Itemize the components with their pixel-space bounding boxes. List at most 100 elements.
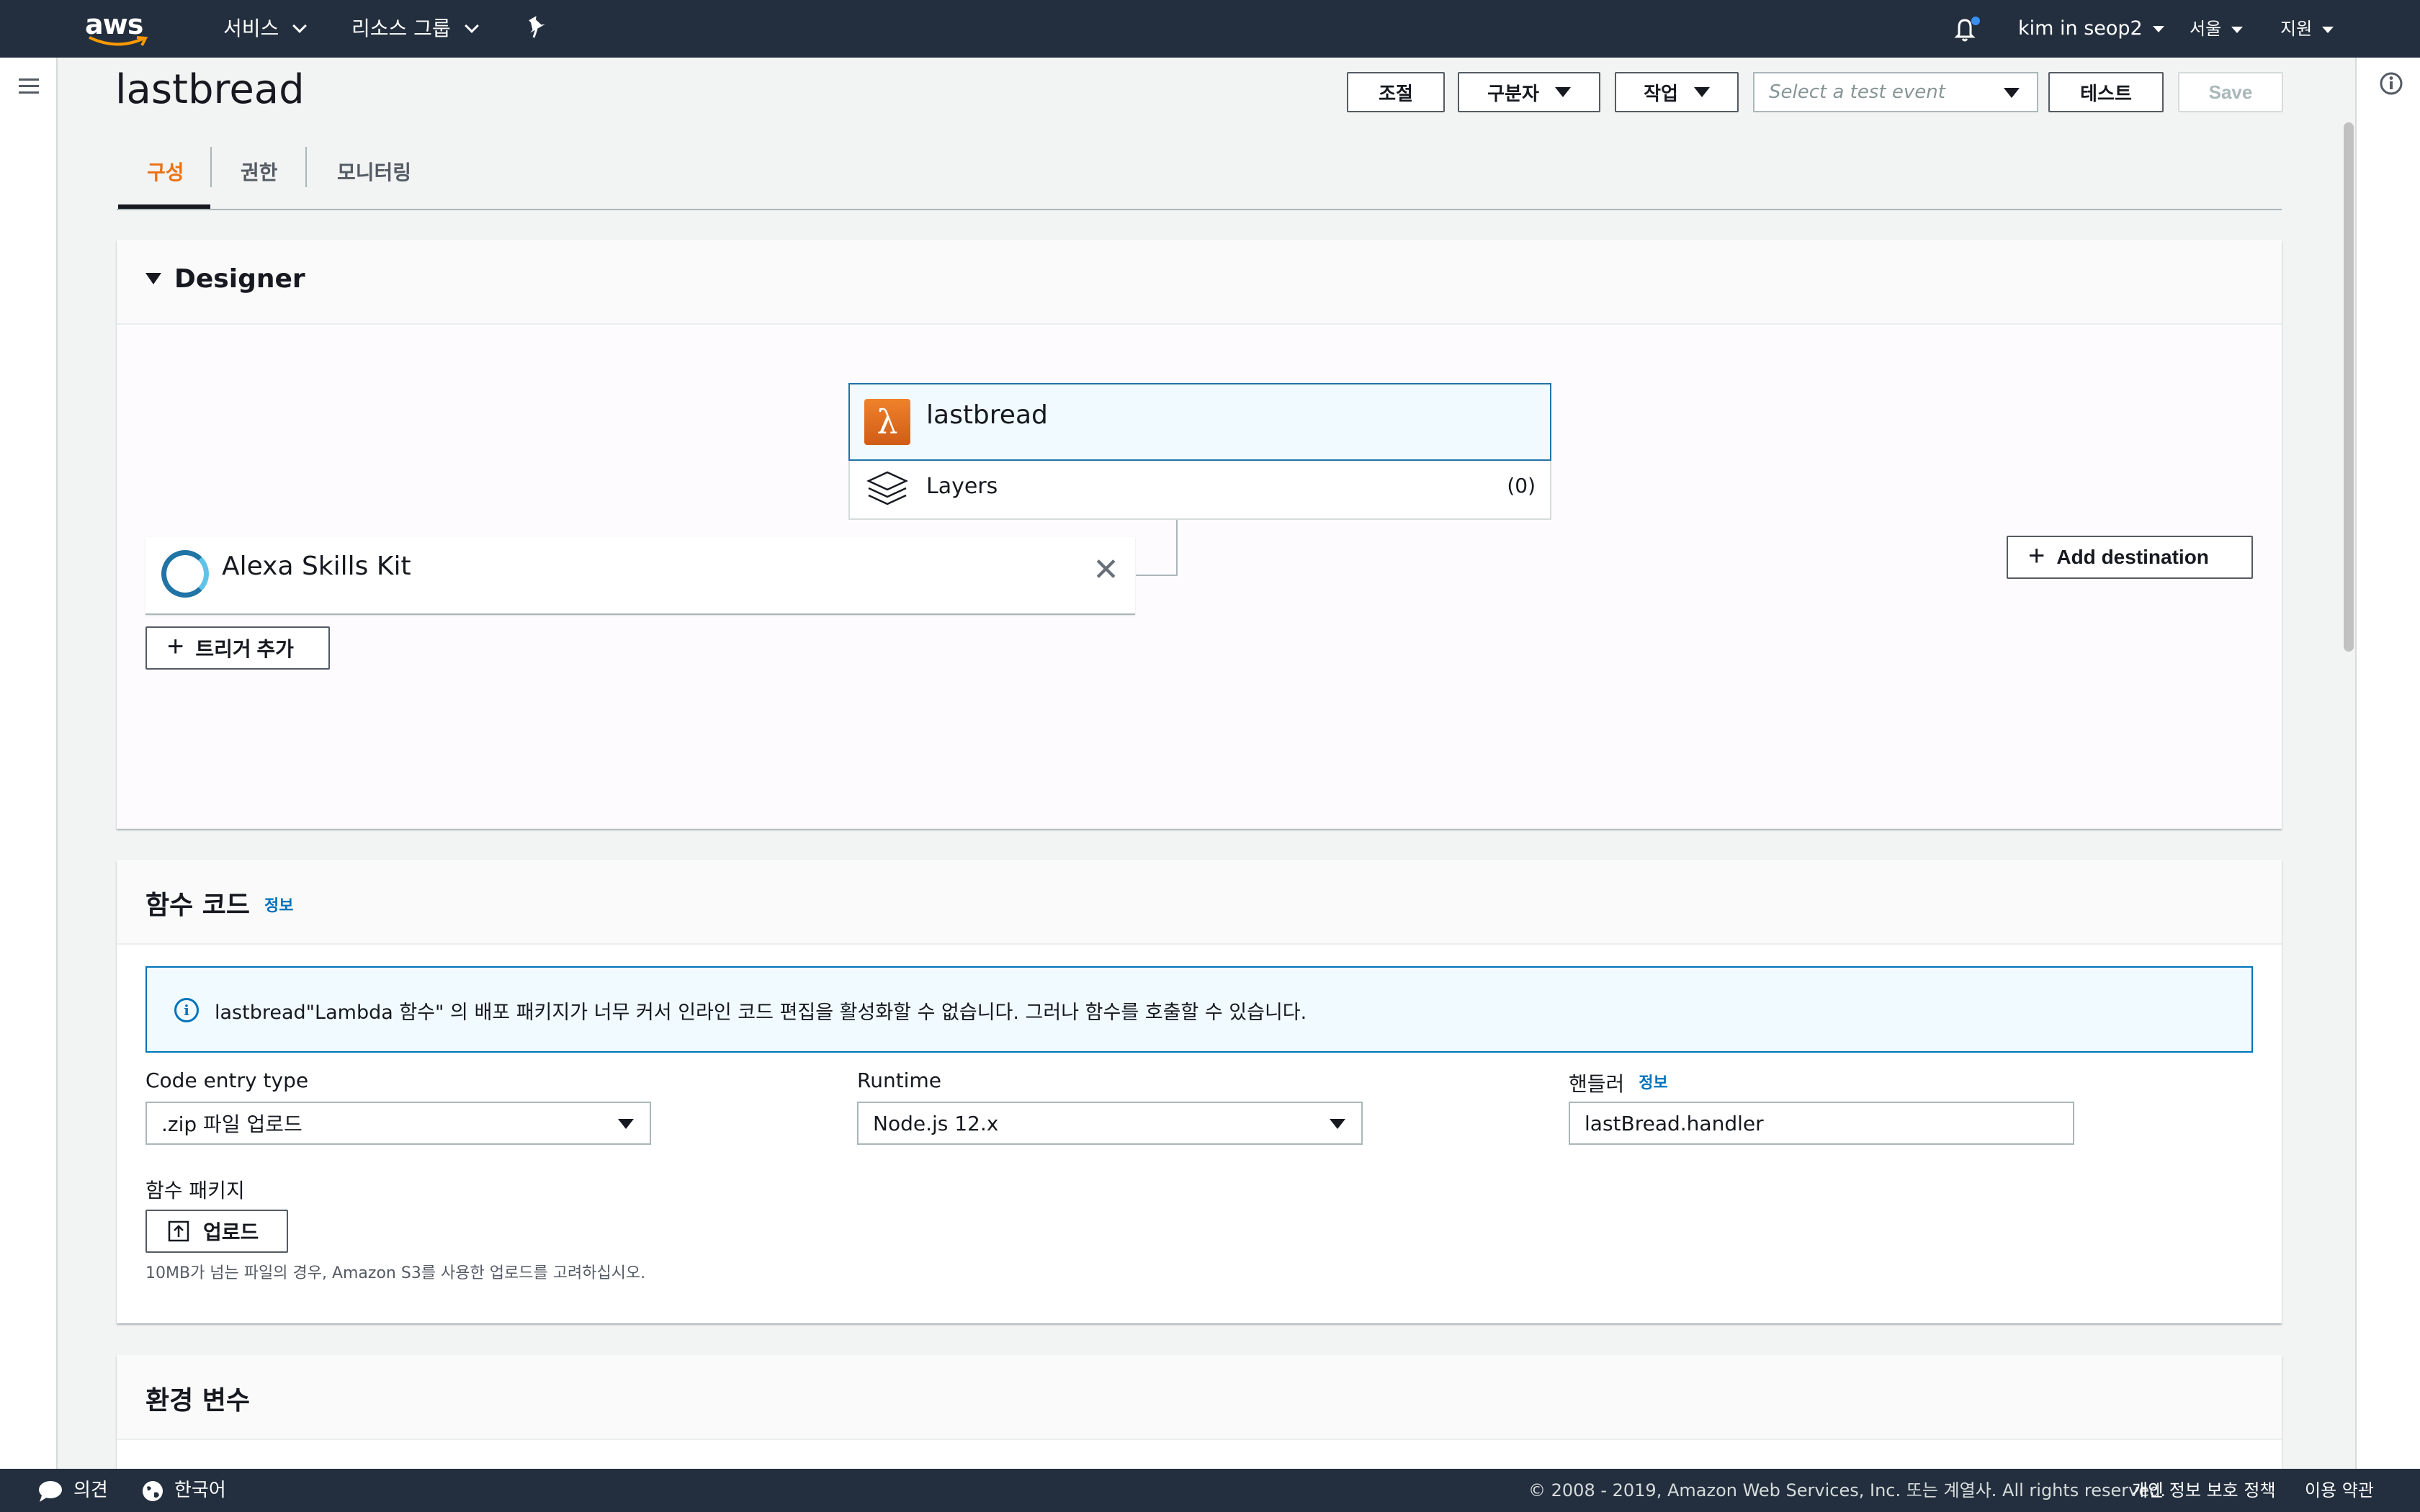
environment-variables-title: 환경 변수: [145, 1386, 251, 1416]
runtime-value: Node.js 12.x: [873, 1111, 999, 1135]
function-code-title-text: 함수 코드: [145, 891, 251, 920]
code-entry-type-label: Code entry type: [145, 1068, 309, 1092]
services-menu[interactable]: 서비스: [223, 14, 308, 43]
function-name: lastbread: [926, 400, 1048, 430]
account-name: kim in seop2: [2018, 17, 2143, 40]
tab-label: 권한: [241, 161, 278, 184]
qualifiers-dropdown[interactable]: 구분자: [1458, 72, 1600, 112]
test-button[interactable]: 테스트: [2048, 72, 2164, 112]
language-label: 한국어: [174, 1480, 226, 1501]
scrollbar-thumb[interactable]: [2344, 122, 2354, 652]
add-destination-button[interactable]: + Add destination: [2007, 536, 2253, 579]
designer-header[interactable]: Designer: [117, 240, 2282, 325]
lambda-icon: λ: [864, 399, 910, 445]
plus-icon: +: [167, 631, 184, 662]
handler-label-row: 핸들러 정보: [1569, 1068, 1668, 1097]
support-menu[interactable]: 지원: [2280, 14, 2334, 43]
feedback-label: 의견: [73, 1480, 108, 1501]
alexa-icon: [161, 550, 209, 598]
actions-dropdown[interactable]: 작업: [1615, 72, 1739, 112]
upload-icon: [168, 1220, 189, 1242]
tab-monitoring[interactable]: 모니터링: [337, 151, 411, 194]
copyright-text: © 2008 - 2019, Amazon Web Services, Inc.…: [1528, 1480, 2166, 1500]
page-title: lastbread: [115, 66, 305, 113]
tab-divider: [305, 147, 307, 187]
tab-divider: [210, 147, 212, 187]
connector-line: [1136, 520, 1178, 576]
layers-icon: [866, 471, 908, 505]
code-entry-type-select[interactable]: .zip 파일 업로드: [145, 1102, 651, 1145]
info-alert: i lastbread"Lambda 함수" 의 배포 패키지가 너무 커서 인…: [145, 966, 2253, 1053]
caret-down-icon: [2322, 26, 2334, 33]
right-rail: [2355, 58, 2420, 1469]
region-menu[interactable]: 서울: [2190, 14, 2244, 43]
test-event-placeholder: Select a test event: [1769, 81, 1945, 103]
function-code-title: 함수 코드 정보: [145, 884, 294, 922]
caret-down-icon: [2152, 26, 2164, 32]
footer: 의견 한국어 © 2008 - 2019, Amazon Web Service…: [0, 1469, 2420, 1512]
resource-groups-menu[interactable]: 리소스 그룹: [351, 14, 479, 43]
chevron-down-icon: [464, 19, 479, 33]
info-link[interactable]: 정보: [264, 897, 293, 915]
pin-icon[interactable]: [526, 16, 547, 45]
terms-link[interactable]: 이용 약관: [2305, 1469, 2374, 1512]
function-package-label: 함수 패키지: [145, 1179, 245, 1202]
top-navigation: aws 서비스 리소스 그룹 kim in seop2 서울 지원: [0, 0, 2420, 58]
layers-label: Layers: [926, 474, 998, 499]
upload-button[interactable]: 업로드: [145, 1210, 288, 1253]
tab-configuration[interactable]: 구성: [147, 151, 184, 194]
handler-input[interactable]: lastBread.handler: [1569, 1102, 2074, 1145]
save-button[interactable]: Save: [2178, 72, 2283, 112]
save-label: Save: [2208, 81, 2253, 103]
caret-down-icon: [2004, 88, 2020, 98]
tab-bar: 구성 권한 모니터링: [117, 141, 2282, 210]
handler-value: lastBread.handler: [1585, 1111, 1764, 1135]
aws-logo[interactable]: aws: [85, 9, 148, 49]
caret-down-icon: [1693, 87, 1710, 97]
qualifiers-label: 구분자: [1487, 82, 1539, 104]
chevron-down-icon: [292, 19, 308, 33]
trigger-card[interactable]: Alexa Skills Kit ✕: [145, 537, 1135, 615]
add-trigger-button[interactable]: + 트리거 추가: [145, 626, 330, 670]
collapse-caret-icon: [145, 273, 161, 284]
test-label: 테스트: [2080, 82, 2132, 104]
function-code-header: 함수 코드 정보: [117, 860, 2282, 945]
privacy-policy-link[interactable]: 개인 정보 보호 정책: [2132, 1469, 2276, 1512]
throttle-button[interactable]: 조절: [1347, 72, 1445, 112]
code-entry-type-value: .zip 파일 업로드: [161, 1112, 302, 1136]
globe-icon: [143, 1480, 163, 1501]
notifications-bell-icon[interactable]: [1952, 14, 1981, 43]
tab-label: 모니터링: [337, 161, 412, 184]
speech-bubble-icon: [39, 1480, 62, 1502]
pushpin-icon: [529, 16, 545, 38]
caret-down-icon: [1330, 1119, 1345, 1129]
designer-panel: Designer: [117, 240, 2282, 829]
handler-info-link[interactable]: 정보: [1639, 1074, 1667, 1092]
add-trigger-label: 트리거 추가: [195, 638, 294, 660]
resource-groups-label: 리소스 그룹: [351, 17, 451, 40]
info-icon[interactable]: [2378, 71, 2404, 96]
language-selector[interactable]: 한국어: [141, 1469, 226, 1512]
layers-row[interactable]: Layers (0): [848, 461, 1551, 520]
runtime-label: Runtime: [857, 1068, 941, 1092]
upload-label: 업로드: [203, 1221, 259, 1243]
function-card[interactable]: λ lastbread: [848, 383, 1551, 461]
hamburger-menu-icon[interactable]: [17, 76, 40, 96]
region-label: 서울: [2190, 19, 2222, 39]
left-rail: [0, 58, 58, 1469]
close-icon[interactable]: ✕: [1093, 554, 1119, 586]
account-menu[interactable]: kim in seop2: [2018, 14, 2164, 43]
feedback-link[interactable]: 의견: [37, 1469, 108, 1512]
tab-label: 구성: [147, 161, 184, 184]
environment-variables-header: 환경 변수: [117, 1355, 2282, 1440]
upload-hint: 10MB가 넘는 파일의 경우, Amazon S3를 사용한 업로드를 고려하…: [145, 1264, 646, 1282]
alert-message: lastbread"Lambda 함수" 의 배포 패키지가 너무 커서 인라인…: [215, 1002, 1307, 1024]
test-event-select[interactable]: Select a test event: [1753, 72, 2038, 112]
plus-icon: +: [2028, 540, 2045, 572]
tab-permissions[interactable]: 권한: [241, 151, 278, 194]
services-label: 서비스: [223, 17, 279, 40]
actions-label: 작업: [1644, 82, 1678, 104]
active-tab-indicator: [118, 204, 210, 209]
runtime-select[interactable]: Node.js 12.x: [857, 1102, 1363, 1145]
bell-icon: [1954, 17, 1980, 42]
